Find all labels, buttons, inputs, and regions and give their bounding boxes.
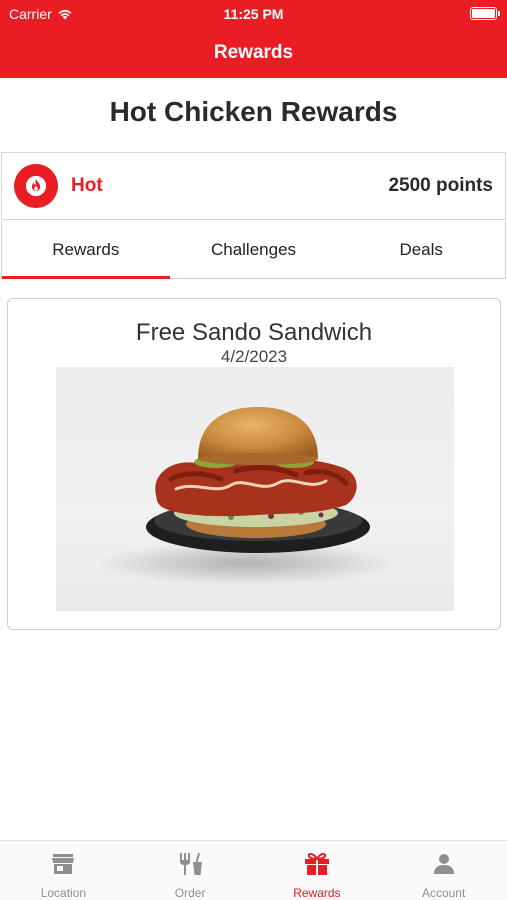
- tabbar-order[interactable]: Order: [127, 841, 254, 900]
- rewards-tabs: Rewards Challenges Deals: [1, 221, 506, 279]
- nav-title: Rewards: [213, 42, 294, 63]
- tier-name: Hot: [71, 175, 103, 196]
- nav-bar: Rewards: [0, 28, 507, 78]
- store-icon: [51, 851, 75, 877]
- status-bar: Carrier 11:25 PM: [0, 0, 507, 28]
- bottom-tab-bar: Location Order Rewards Account: [0, 840, 507, 900]
- tabbar-label: Rewards: [293, 886, 341, 900]
- tabbar-location[interactable]: Location: [0, 841, 127, 900]
- person-icon: [433, 851, 455, 877]
- page-title: Hot Chicken Rewards: [109, 96, 398, 127]
- tab-label: Rewards: [52, 239, 120, 259]
- tab-label: Challenges: [210, 239, 297, 259]
- tab-challenges[interactable]: Challenges: [170, 221, 338, 278]
- reward-title: Free Sando Sandwich: [135, 319, 373, 346]
- tab-rewards[interactable]: Rewards: [2, 221, 170, 279]
- gift-icon: [304, 851, 330, 877]
- reward-date: 4/2/2023: [220, 347, 288, 366]
- tab-deals[interactable]: Deals: [337, 221, 505, 278]
- flame-icon: [14, 164, 58, 208]
- tabbar-label: Account: [421, 886, 466, 900]
- tab-label: Deals: [399, 239, 443, 259]
- tabbar-account[interactable]: Account: [380, 841, 507, 900]
- reward-card[interactable]: Free Sando Sandwich 4/2/2023: [7, 298, 501, 630]
- fork-knife-icon: [177, 851, 203, 877]
- battery-icon: [470, 7, 500, 20]
- status-time: 11:25 PM: [223, 6, 284, 22]
- tier-card: Hot 2500 points: [1, 152, 506, 220]
- tabbar-rewards[interactable]: Rewards: [254, 841, 381, 900]
- tabbar-label: Location: [40, 886, 87, 900]
- tabbar-label: Order: [174, 886, 206, 900]
- sandwich-image: [56, 367, 454, 611]
- points-balance: 2500 points: [388, 175, 493, 196]
